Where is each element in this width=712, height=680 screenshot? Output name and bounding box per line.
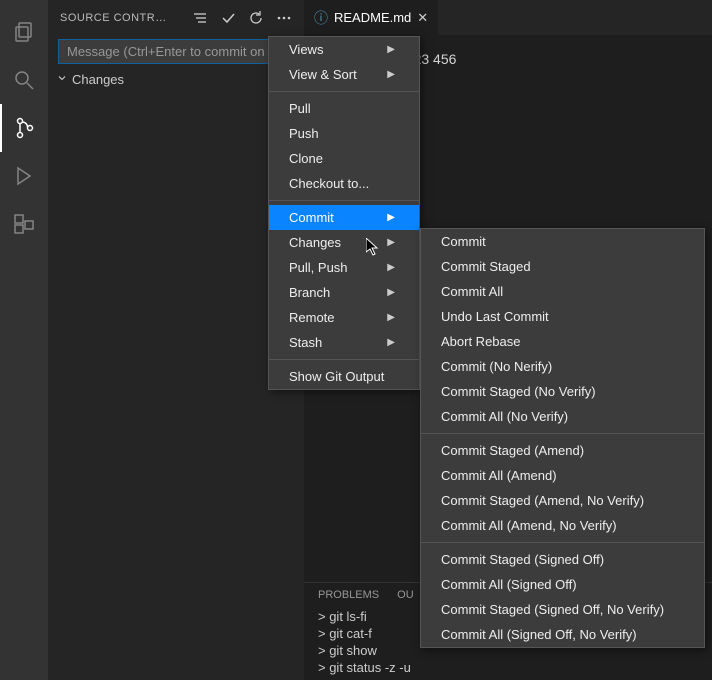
close-icon[interactable]: ✕ <box>417 10 428 26</box>
chevron-right-icon: ▶ <box>387 212 395 223</box>
files-icon <box>12 20 36 44</box>
menu-item-stash[interactable]: Stash▶ <box>269 330 419 355</box>
submenu-item-commit-staged[interactable]: Commit Staged <box>421 254 704 279</box>
submenu-item-commit-all-amend-[interactable]: Commit All (Amend) <box>421 463 704 488</box>
menu-item-clone[interactable]: Clone <box>269 146 419 171</box>
commit-message-input[interactable] <box>58 39 294 64</box>
commit-check-icon[interactable] <box>220 10 236 26</box>
sidebar-actions <box>192 10 292 26</box>
view-as-tree-icon[interactable] <box>192 10 208 26</box>
activity-bar <box>0 0 48 680</box>
submenu-item-commit-staged-amend-[interactable]: Commit Staged (Amend) <box>421 438 704 463</box>
panel-tab-output[interactable]: OU <box>397 589 414 601</box>
menu-item-checkout-to-[interactable]: Checkout to... <box>269 171 419 196</box>
chevron-down-icon <box>56 72 68 87</box>
chevron-right-icon: ▶ <box>387 312 395 323</box>
editor-tabs: ⓘ README.md ✕ <box>304 0 712 35</box>
search-icon <box>12 68 36 92</box>
menu-item-pull-push[interactable]: Pull, Push▶ <box>269 255 419 280</box>
refresh-icon[interactable] <box>248 10 264 26</box>
scm-more-actions-menu: Views▶View & Sort▶ PullPushCloneCheckout … <box>268 36 420 390</box>
submenu-item-commit-all-amend-no-verify-[interactable]: Commit All (Amend, No Verify) <box>421 513 704 538</box>
sidebar: SOURCE CONTR… Changes <box>48 0 304 680</box>
panel-tab-problems[interactable]: PROBLEMS <box>318 589 379 601</box>
commit-submenu: CommitCommit StagedCommit AllUndo Last C… <box>420 228 705 648</box>
submenu-item-commit-staged-amend-no-verify-[interactable]: Commit Staged (Amend, No Verify) <box>421 488 704 513</box>
menu-item-show-git-output[interactable]: Show Git Output <box>269 364 419 389</box>
menu-item-remote[interactable]: Remote▶ <box>269 305 419 330</box>
chevron-right-icon: ▶ <box>387 262 395 273</box>
chevron-right-icon: ▶ <box>387 237 395 248</box>
submenu-item-commit-all[interactable]: Commit All <box>421 279 704 304</box>
terminal-line: > git status -z -u <box>318 660 698 677</box>
chevron-right-icon: ▶ <box>387 44 395 55</box>
menu-item-changes[interactable]: Changes▶ <box>269 230 419 255</box>
activity-run-debug[interactable] <box>0 152 48 200</box>
play-bug-icon <box>12 164 36 188</box>
submenu-item-commit-staged-no-verify-[interactable]: Commit Staged (No Verify) <box>421 379 704 404</box>
tab-label: README.md <box>334 10 411 25</box>
chevron-right-icon: ▶ <box>387 69 395 80</box>
chevron-right-icon: ▶ <box>387 337 395 348</box>
chevron-right-icon: ▶ <box>387 287 395 298</box>
submenu-item-commit-staged-signed-off-[interactable]: Commit Staged (Signed Off) <box>421 547 704 572</box>
activity-explorer[interactable] <box>0 8 48 56</box>
changes-label: Changes <box>72 72 124 87</box>
info-icon: ⓘ <box>314 8 328 28</box>
menu-item-view-sort[interactable]: View & Sort▶ <box>269 62 419 87</box>
sidebar-header: SOURCE CONTR… <box>48 0 304 35</box>
submenu-item-commit-all-signed-off-no-verify-[interactable]: Commit All (Signed Off, No Verify) <box>421 622 704 647</box>
submenu-item-commit-all-no-verify-[interactable]: Commit All (No Verify) <box>421 404 704 429</box>
activity-source-control[interactable] <box>0 104 48 152</box>
menu-item-push[interactable]: Push <box>269 121 419 146</box>
activity-extensions[interactable] <box>0 200 48 248</box>
tab-readme[interactable]: ⓘ README.md ✕ <box>304 0 438 35</box>
menu-item-commit[interactable]: Commit▶ <box>269 205 419 230</box>
menu-item-views[interactable]: Views▶ <box>269 37 419 62</box>
source-control-icon <box>13 116 37 140</box>
submenu-item-abort-rebase[interactable]: Abort Rebase <box>421 329 704 354</box>
extensions-icon <box>12 212 36 236</box>
menu-item-pull[interactable]: Pull <box>269 96 419 121</box>
submenu-item-commit[interactable]: Commit <box>421 229 704 254</box>
sidebar-title: SOURCE CONTR… <box>60 12 192 24</box>
submenu-item-undo-last-commit[interactable]: Undo Last Commit <box>421 304 704 329</box>
submenu-item-commit-staged-signed-off-no-verify-[interactable]: Commit Staged (Signed Off, No Verify) <box>421 597 704 622</box>
changes-section-header[interactable]: Changes <box>48 70 304 89</box>
menu-item-branch[interactable]: Branch▶ <box>269 280 419 305</box>
submenu-item-commit-no-nerify-[interactable]: Commit (No Nerify) <box>421 354 704 379</box>
commit-message-box <box>58 39 294 64</box>
submenu-item-commit-all-signed-off-[interactable]: Commit All (Signed Off) <box>421 572 704 597</box>
more-actions-icon[interactable] <box>276 10 292 26</box>
activity-search[interactable] <box>0 56 48 104</box>
